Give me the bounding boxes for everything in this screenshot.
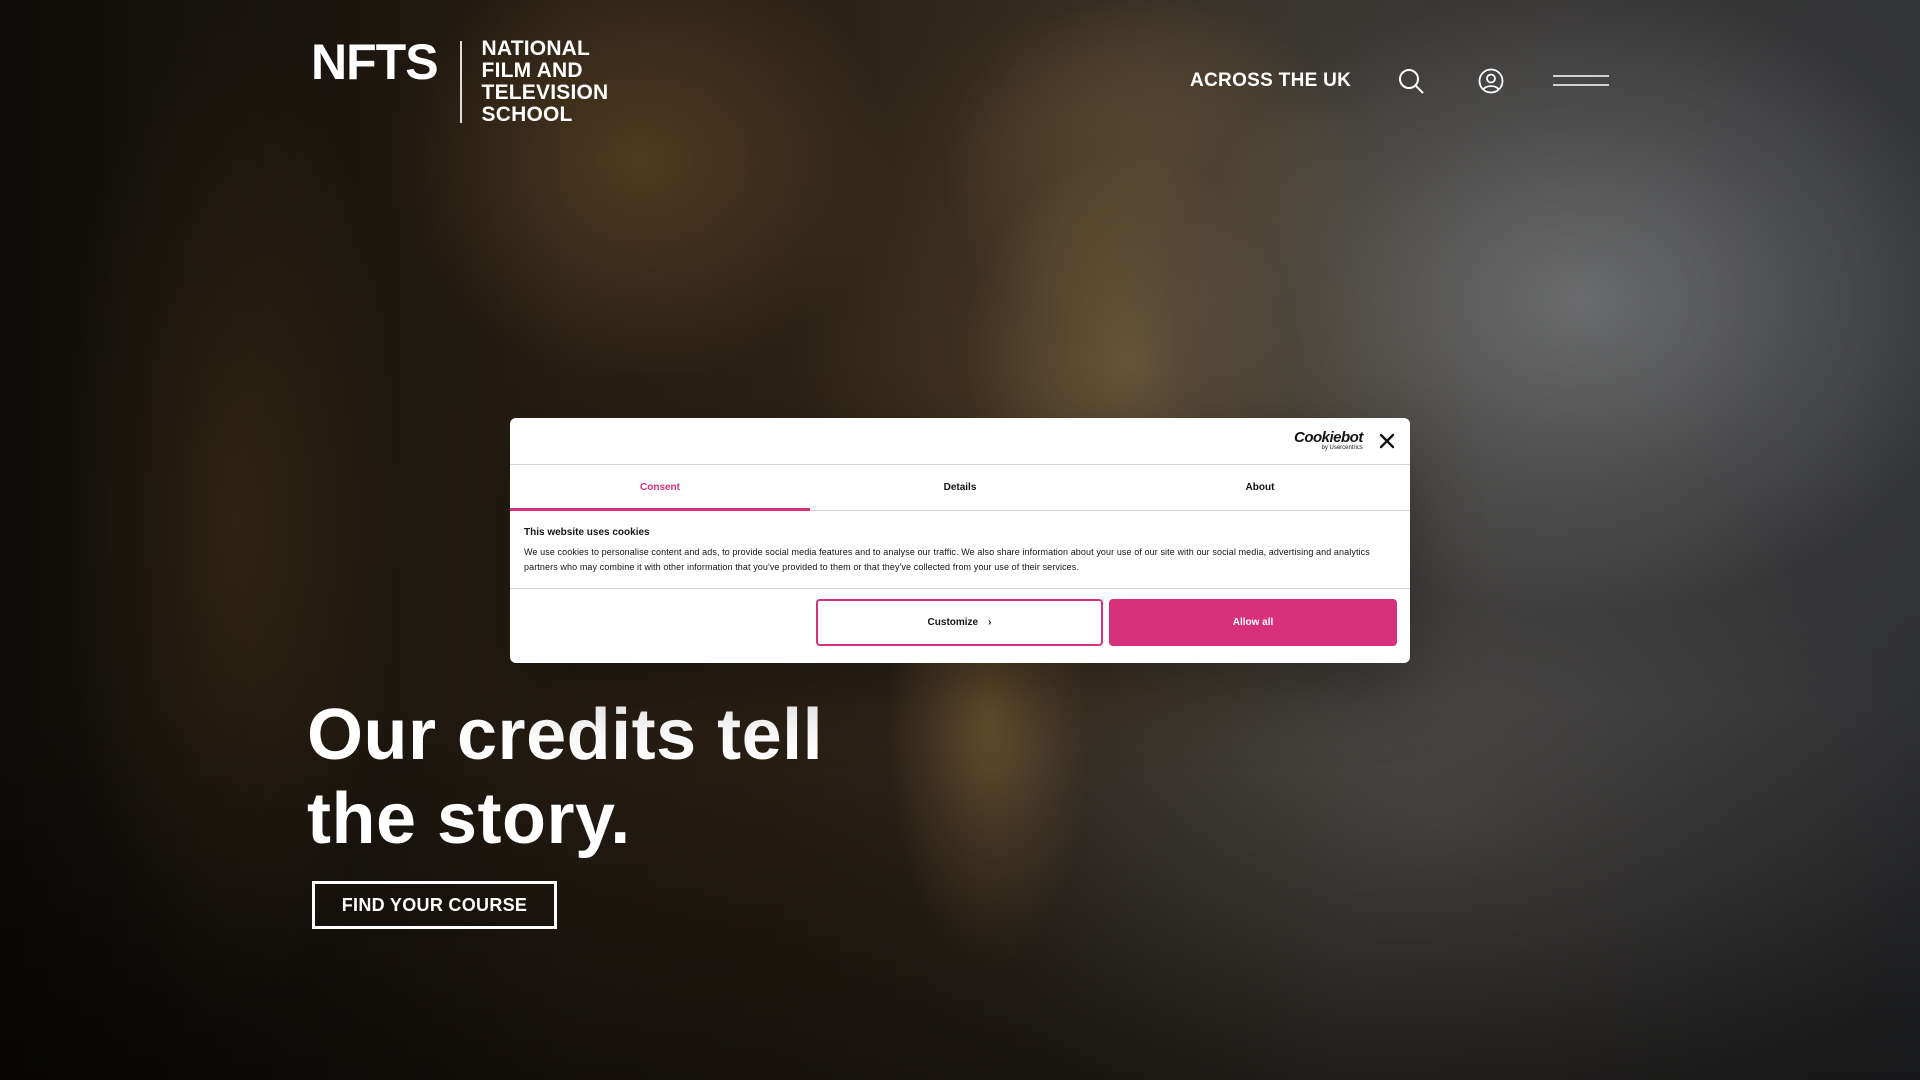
cookiebot-logo[interactable]: Cookiebot by Usercentrics xyxy=(1294,430,1363,452)
logo-line: SCHOOL xyxy=(481,103,573,126)
cookie-consent-dialog: Cookiebot by Usercentrics Consent Detail… xyxy=(510,418,1410,663)
account-icon[interactable] xyxy=(1478,68,1504,94)
hero-title-line: Our credits tell xyxy=(307,695,824,775)
tab-about[interactable]: About xyxy=(1110,465,1410,510)
tab-details[interactable]: Details xyxy=(810,465,1110,510)
find-your-course-button[interactable]: FIND YOUR COURSE xyxy=(312,881,557,929)
cookiebot-logo-text: Cookiebot xyxy=(1294,429,1363,446)
cookie-dialog-actions: Customize › Allow all xyxy=(510,589,1410,662)
cookiebot-logo-subtext: by Usercentrics xyxy=(1321,445,1363,451)
logo-line: NATIONAL xyxy=(481,37,591,60)
hamburger-menu-icon[interactable] xyxy=(1553,74,1609,88)
logo-line: FILM AND xyxy=(481,59,583,82)
site-logo[interactable]: NFTS NATIONAL FILM AND TELEVISION SCHOOL xyxy=(311,34,609,126)
hero-title: Our credits tell the story. xyxy=(307,693,1007,861)
cookie-dialog-tabs: Consent Details About xyxy=(510,465,1410,511)
cookie-dialog-header: Cookiebot by Usercentrics xyxy=(510,418,1410,465)
allow-all-button[interactable]: Allow all xyxy=(1109,599,1397,646)
logo-mark: NFTS xyxy=(311,34,439,90)
customize-button[interactable]: Customize › xyxy=(816,599,1103,646)
cookie-dialog-body: This website uses cookies We use cookies… xyxy=(510,511,1410,589)
close-icon[interactable] xyxy=(1378,432,1396,450)
cookie-dialog-heading: This website uses cookies xyxy=(524,527,650,538)
logo-divider xyxy=(459,41,462,123)
nav-across-the-uk-link[interactable]: ACROSS THE UK xyxy=(1190,70,1351,92)
customize-button-label: Customize xyxy=(927,617,979,628)
cookie-dialog-text: We use cookies to personalise content an… xyxy=(524,547,1370,572)
logo-line: TELEVISION xyxy=(481,81,609,104)
chevron-right-icon: › xyxy=(988,617,992,628)
logo-wordmark: NATIONAL FILM AND TELEVISION SCHOOL xyxy=(482,38,609,126)
tab-consent[interactable]: Consent xyxy=(510,465,810,511)
hero-title-line: the story. xyxy=(307,779,631,859)
search-icon[interactable] xyxy=(1398,68,1424,94)
